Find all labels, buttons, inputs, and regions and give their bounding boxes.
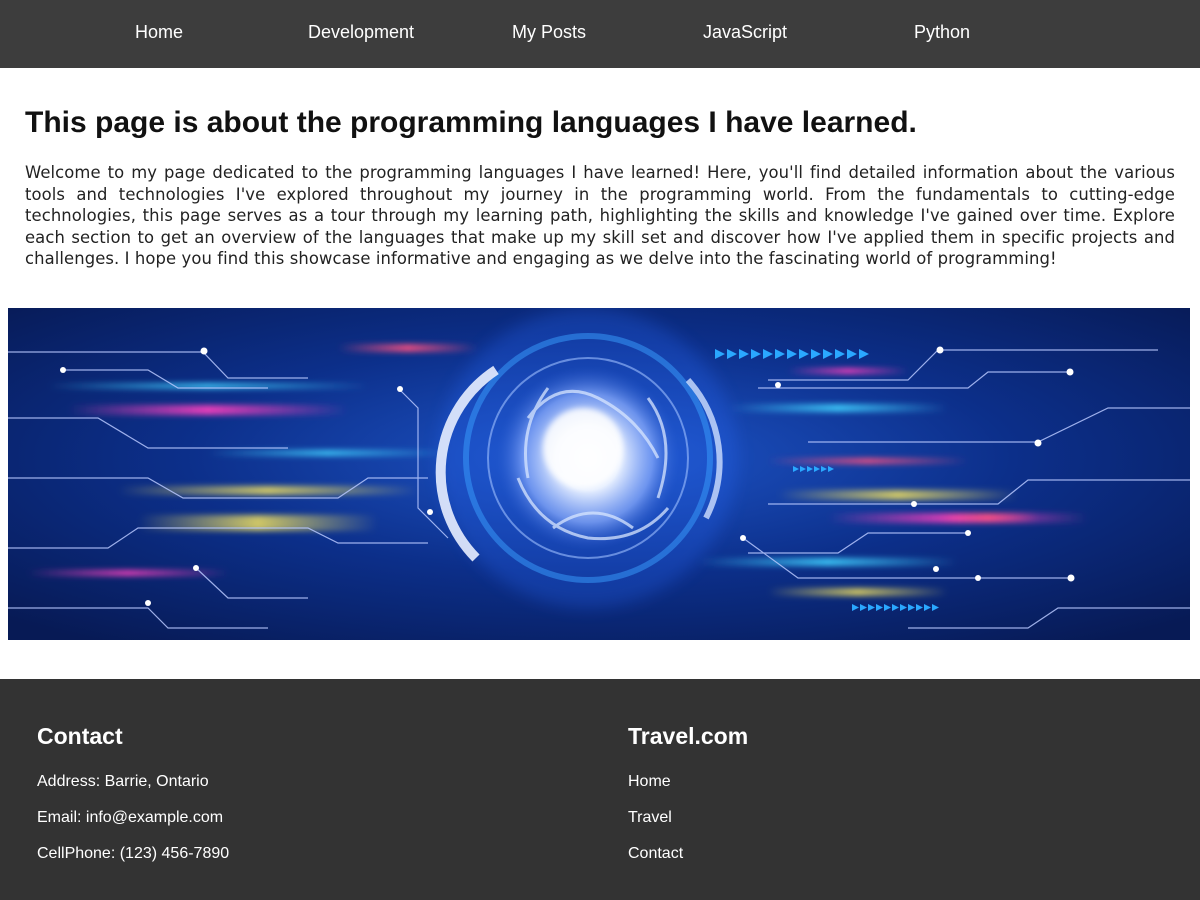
nav-link-home[interactable]: Home bbox=[135, 22, 183, 43]
nav-link-javascript[interactable]: JavaScript bbox=[703, 22, 787, 43]
footer-contact-heading: Contact bbox=[37, 723, 123, 749]
site-footer: Contact Address: Barrie, Ontario Email: … bbox=[0, 679, 1200, 900]
hero-image bbox=[8, 308, 1190, 640]
page-title: This page is about the programming langu… bbox=[25, 106, 917, 139]
intro-paragraph: Welcome to my page dedicated to the prog… bbox=[25, 163, 1175, 269]
nav-link-python[interactable]: Python bbox=[914, 22, 970, 43]
footer-link-home[interactable]: Home bbox=[628, 773, 671, 791]
footer-address: Address: Barrie, Ontario bbox=[37, 773, 209, 790]
nav-link-my-posts[interactable]: My Posts bbox=[512, 22, 586, 43]
footer-email: Email: info@example.com bbox=[37, 809, 224, 826]
footer-phone: CellPhone: (123) 456-7890 bbox=[37, 845, 230, 862]
footer-link-contact[interactable]: Contact bbox=[628, 845, 683, 863]
footer-travel-heading: Travel.com bbox=[628, 723, 749, 749]
nav-link-development[interactable]: Development bbox=[308, 22, 414, 43]
footer-link-travel[interactable]: Travel bbox=[628, 809, 672, 827]
top-navigation: Home Development My Posts JavaScript Pyt… bbox=[0, 0, 1200, 68]
